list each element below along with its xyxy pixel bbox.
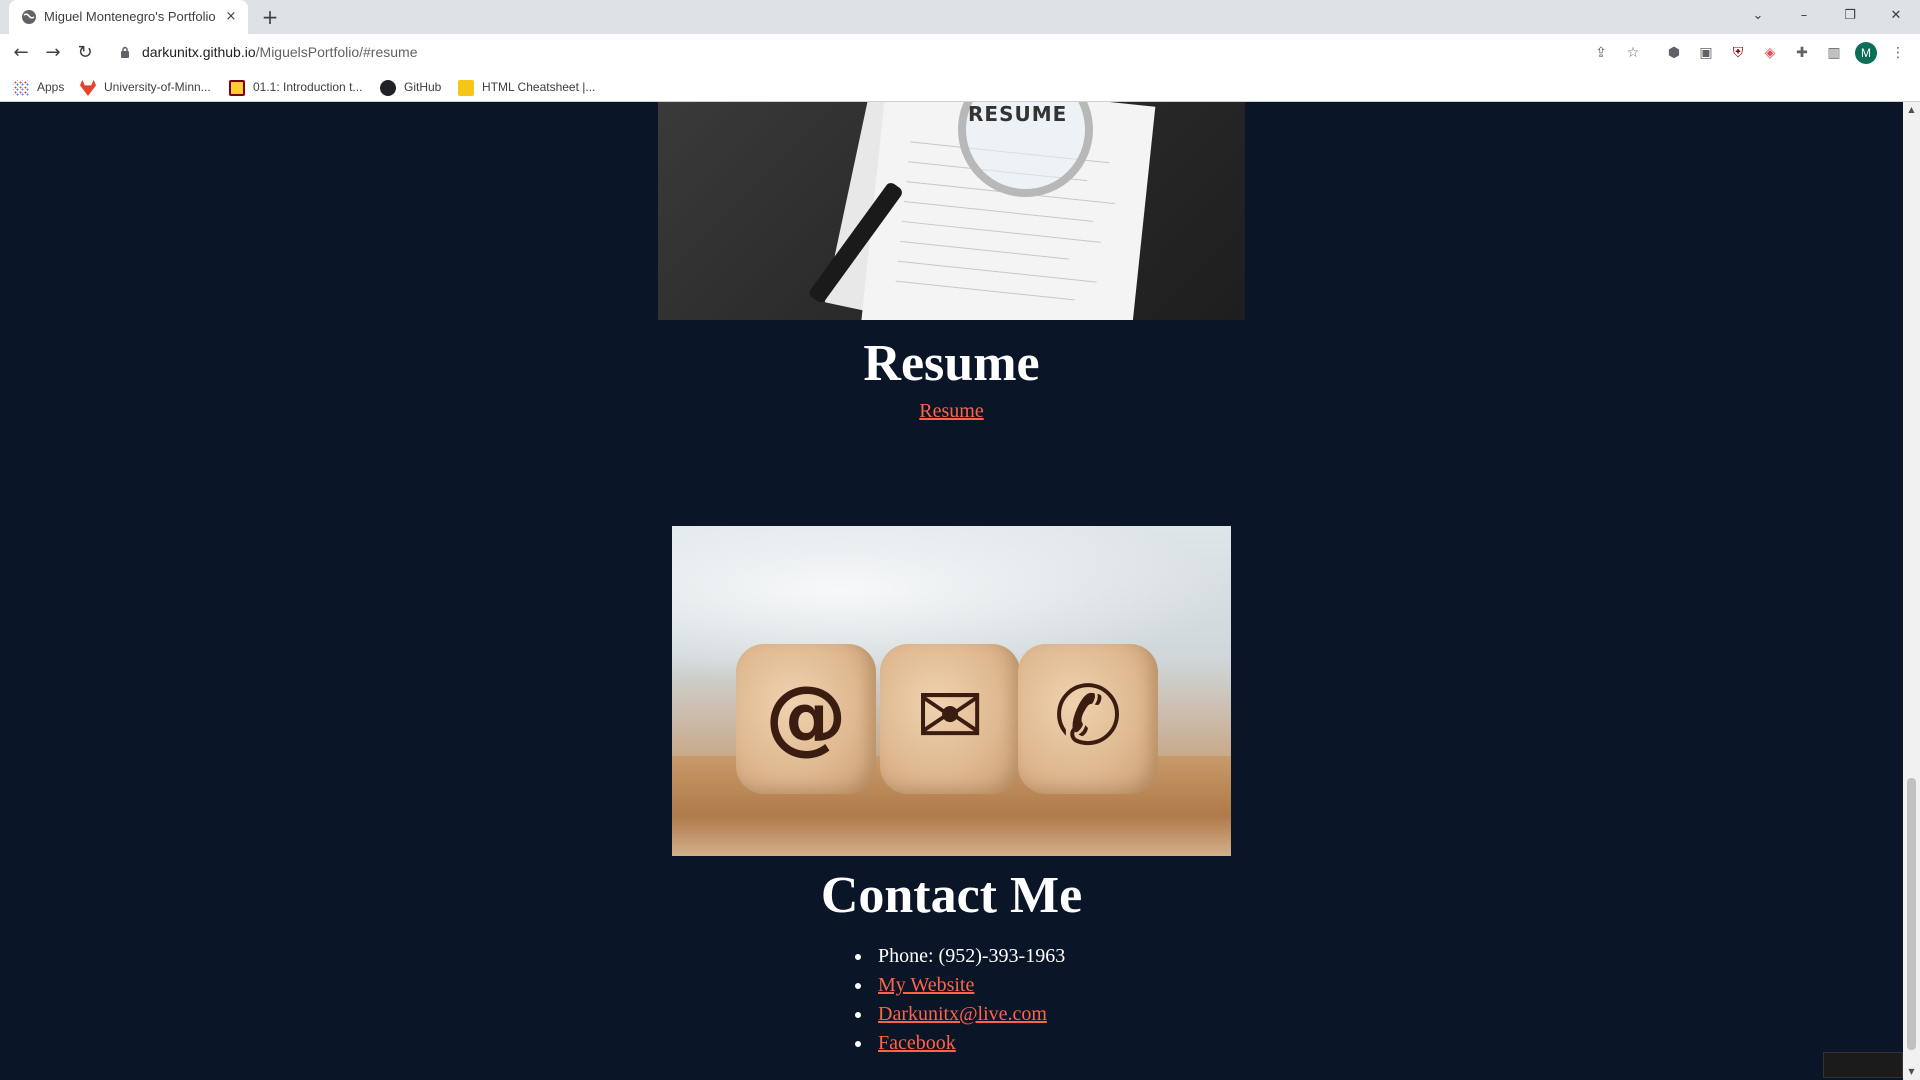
website-link[interactable]: My Website [878,974,974,996]
extension-gray-icon[interactable]: ▣ [1695,42,1717,64]
resume-heading: Resume [863,335,1040,392]
browser-toolbar: ← → ↻ darkunitx.github.io/MiguelsPortfol… [0,34,1920,72]
list-item-website: My Website [855,971,1065,1000]
share-icon[interactable]: ⇪ [1590,42,1612,64]
bullet-icon [855,1041,861,1047]
vertical-scrollbar[interactable]: ▲ ▼ [1903,102,1920,1080]
phone-text: Phone: (952)-393-1963 [878,945,1066,967]
email-link[interactable]: Darkunitx@live.com [878,1003,1047,1025]
tab-active[interactable]: Miguel Montenegro's Portfolio × [9,0,248,34]
puzzle-extensions-icon[interactable]: ✚ [1791,42,1813,64]
bullet-icon [855,983,861,989]
resume-image: RESUME [658,102,1245,320]
contact-list: Phone: (952)-393-1963 My Website Darkuni… [855,942,1066,1058]
scroll-down-icon[interactable]: ▼ [1903,1064,1920,1080]
phone-icon: ✆ [1053,669,1123,764]
bookmarks-bar: Apps University-of-Minn... 01.1: Introdu… [0,72,1920,102]
bookmark-github[interactable]: GitHub [380,78,441,96]
bookmark-label: 01.1: Introduction t... [253,80,363,94]
resume-link[interactable]: Resume [919,400,983,422]
new-tab-button[interactable]: + [258,5,282,29]
envelope-icon: ✉ [915,669,985,764]
kebab-menu-icon[interactable]: ⋮ [1887,42,1909,64]
bookmark-gitlab[interactable]: University-of-Minn... [80,78,211,96]
list-item-facebook: Facebook [855,1029,1065,1058]
resume-image-text: RESUME [968,102,1068,126]
scroll-up-icon[interactable]: ▲ [1903,102,1920,118]
list-item-phone: Phone: (952)-393-1963 [855,942,1066,971]
side-panel-icon[interactable]: ▥ [1823,42,1845,64]
extension-shield-icon[interactable]: ⬢ [1663,42,1685,64]
bookmark-label: University-of-Minn... [104,80,211,94]
back-button[interactable]: ← [9,41,33,65]
extension-red-icon[interactable]: ◈ [1759,42,1781,64]
url-host: darkunitx.github.io [142,44,256,60]
contact-heading: Contact Me [820,867,1083,924]
envelope-cube: ✉ [880,644,1020,794]
tab-search-icon[interactable]: ⌄ [1744,4,1772,28]
close-window-button[interactable]: ✕ [1882,4,1910,28]
tab-strip: Miguel Montenegro's Portfolio × + ⌄ – ❐ … [0,0,1920,34]
fs-icon [458,79,474,96]
bookmark-apps[interactable]: Apps [13,78,64,96]
page-content: RESUME Resume Resume @ ✉ ✆ Contact Me Ph… [0,102,1903,1080]
url-path: /MiguelsPortfolio/#resume [255,44,418,60]
profile-avatar[interactable]: M [1855,42,1877,64]
bookmark-intro[interactable]: 01.1: Introduction t... [229,78,362,96]
github-icon [380,79,396,96]
apps-grid-icon [13,79,29,96]
bookmark-label: Apps [37,80,65,94]
page-viewport[interactable]: RESUME Resume Resume @ ✉ ✆ Contact Me Ph… [0,102,1920,1080]
url-text[interactable]: darkunitx.github.io/MiguelsPortfolio/#re… [142,44,418,60]
scrollbar-thumb[interactable] [1907,778,1916,1050]
minimize-button[interactable]: – [1790,4,1818,28]
umn-icon [229,79,245,96]
address-bar[interactable]: darkunitx.github.io/MiguelsPortfolio/#re… [110,38,1660,68]
at-sign-icon: @ [765,669,847,764]
star-bookmark-icon[interactable]: ☆ [1622,42,1644,64]
ublock-icon[interactable]: ⛨ [1727,42,1749,64]
contact-image: @ ✉ ✆ [672,526,1231,856]
bullet-icon [855,954,861,960]
list-item-email: Darkunitx@live.com [855,1000,1065,1029]
browser-window: Miguel Montenegro's Portfolio × + ⌄ – ❐ … [0,0,1920,1080]
gitlab-icon [80,79,96,96]
bookmark-label: HTML Cheatsheet |... [482,80,596,94]
restore-button[interactable]: ❐ [1836,4,1864,28]
facebook-link[interactable]: Facebook [878,1032,956,1054]
forward-button[interactable]: → [41,41,65,65]
phone-cube: ✆ [1018,644,1158,794]
close-tab-icon[interactable]: × [223,9,239,25]
at-sign-cube: @ [736,644,876,794]
globe-icon [22,10,36,24]
resume-link-wrap: Resume [0,400,1903,423]
bullet-icon [855,1012,861,1018]
taskbar-preview-thumbnail [1823,1052,1903,1078]
bookmark-html-cheatsheet[interactable]: HTML Cheatsheet |... [458,78,595,96]
tab-title: Miguel Montenegro's Portfolio [44,9,216,24]
lock-icon[interactable] [120,45,130,59]
reload-button[interactable]: ↻ [73,41,97,65]
bookmark-label: GitHub [404,80,442,94]
